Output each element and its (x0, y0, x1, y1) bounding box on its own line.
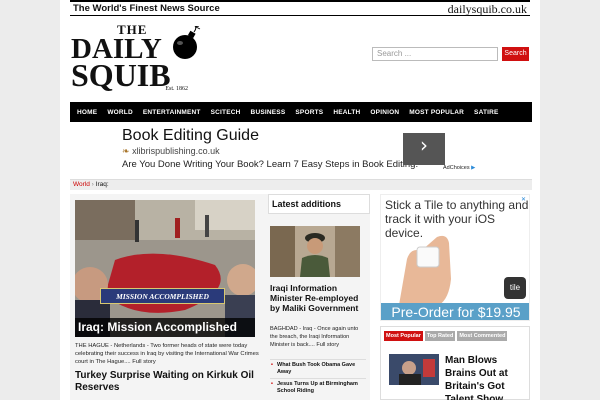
top-bar: The World's Finest News Source dailysqui… (70, 0, 530, 16)
tab-top-rated[interactable]: Top Rated (424, 331, 456, 341)
latest-story-excerpt: BAGHDAD - Iraq - Once again unto the bre… (270, 326, 359, 348)
breadcrumb-current: Iraq: (95, 181, 109, 188)
nav-item-most-popular[interactable]: MOST POPULAR (404, 109, 469, 116)
popular-story-image[interactable] (389, 354, 439, 385)
adchoices-text: AdChoices (443, 165, 470, 171)
ad-description[interactable]: Are You Done Writing Your Book? Learn 7 … (122, 159, 418, 170)
mission-banner: MISSION ACCOMPLISHED (100, 288, 225, 304)
latest-heading: Latest additions (268, 194, 370, 214)
hand-image (399, 235, 451, 305)
tile-logo: tile (504, 277, 526, 299)
latest-story-photo (270, 226, 360, 277)
main-story-excerpt: THE HAGUE - Netherlands - Two former hea… (75, 343, 259, 365)
adchoices-label[interactable]: AdChoices ▶ (443, 165, 475, 171)
popular-widget: Most Popular Top Rated Most Commented Ma… (380, 326, 530, 400)
adchoices-icon: ▶ (471, 165, 476, 171)
latest-additions: Latest additions Iraqi Information Minis… (268, 194, 370, 400)
leaf-icon: ❧ (122, 146, 130, 156)
breadcrumb-separator: › (91, 181, 94, 188)
nav-item-sports[interactable]: SPORTS (290, 109, 328, 116)
tab-most-popular[interactable]: Most Popular (384, 331, 423, 341)
tile-ad[interactable]: ✕ Stick a Tile to anything and track it … (380, 194, 530, 321)
nav-item-home[interactable]: HOME (72, 109, 102, 116)
ad-url-text: xlibrispublishing.co.uk (132, 146, 220, 156)
main-nav: HOME WORLD ENTERTAINMENT SCITECH BUSINES… (70, 102, 532, 122)
ad-url[interactable]: ❧ xlibrispublishing.co.uk (122, 146, 220, 157)
logo-squib: SQUIB (71, 57, 171, 93)
main-story-caption[interactable]: Iraq: Mission Accomplished (75, 318, 255, 337)
bomb-icon (173, 26, 201, 59)
latest-story-title[interactable]: Iraqi Information Minister Re-employed b… (270, 283, 362, 313)
latest-story-image[interactable] (270, 226, 360, 277)
list-item-label: What Bush Took Obama Gave Away (277, 362, 356, 375)
nav-item-world[interactable]: WORLD (102, 109, 138, 116)
nav-item-scitech[interactable]: SCITECH (206, 109, 246, 116)
nav-item-health[interactable]: HEALTH (328, 109, 365, 116)
bullet-icon: • (271, 362, 273, 368)
list-item[interactable]: • Jesus Turns Up at Birmingham School Rid… (270, 378, 366, 397)
next-story-title[interactable]: Turkey Surprise Waiting on Kirkuk Oil Re… (75, 370, 275, 394)
bullet-icon: • (271, 381, 273, 387)
logo-est: Est. 1862 (165, 86, 188, 92)
search-button[interactable]: Search (502, 47, 529, 61)
latest-list: • What Bush Took Obama Gave Away • Jesus T… (270, 359, 366, 397)
site-logo[interactable]: THE DAILY SQUIB Est. 1862 (71, 22, 201, 96)
nav-item-business[interactable]: BUSINESS (246, 109, 291, 116)
main-story: MISSION ACCOMPLISHED Iraq: Mission Accom… (70, 194, 290, 400)
list-item-label: Jesus Turns Up at Birmingham School Ridi… (277, 381, 358, 394)
main-story-image[interactable]: MISSION ACCOMPLISHED (75, 200, 255, 337)
site-domain[interactable]: dailysquib.co.uk (448, 2, 527, 17)
nav-item-satire[interactable]: SATIRE (469, 109, 504, 116)
site-tagline: The World's Finest News Source (73, 3, 220, 14)
list-item[interactable]: • What Bush Took Obama Gave Away (270, 359, 366, 378)
nav-item-entertainment[interactable]: ENTERTAINMENT (138, 109, 206, 116)
nav-item-opinion[interactable]: OPINION (365, 109, 404, 116)
popular-tabs: Most Popular Top Rated Most Commented (384, 331, 508, 341)
tab-most-commented[interactable]: Most Commented (457, 331, 508, 341)
popular-story-photo (389, 354, 439, 385)
chevron-right-icon[interactable]: › (403, 133, 445, 165)
breadcrumb-world[interactable]: World (73, 181, 90, 188)
breadcrumb: World › Iraq: (70, 179, 532, 190)
main-story-photo (75, 200, 255, 337)
page: The World's Finest News Source dailysqui… (60, 0, 540, 400)
ad-title[interactable]: Book Editing Guide (122, 127, 259, 145)
tile-preorder-cta[interactable]: Pre-Order for $19.95 (381, 303, 529, 320)
search-input[interactable]: Search ... (372, 47, 498, 61)
popular-story-title[interactable]: Man Blows Brains Out at Britain's Got Ta… (445, 354, 529, 400)
